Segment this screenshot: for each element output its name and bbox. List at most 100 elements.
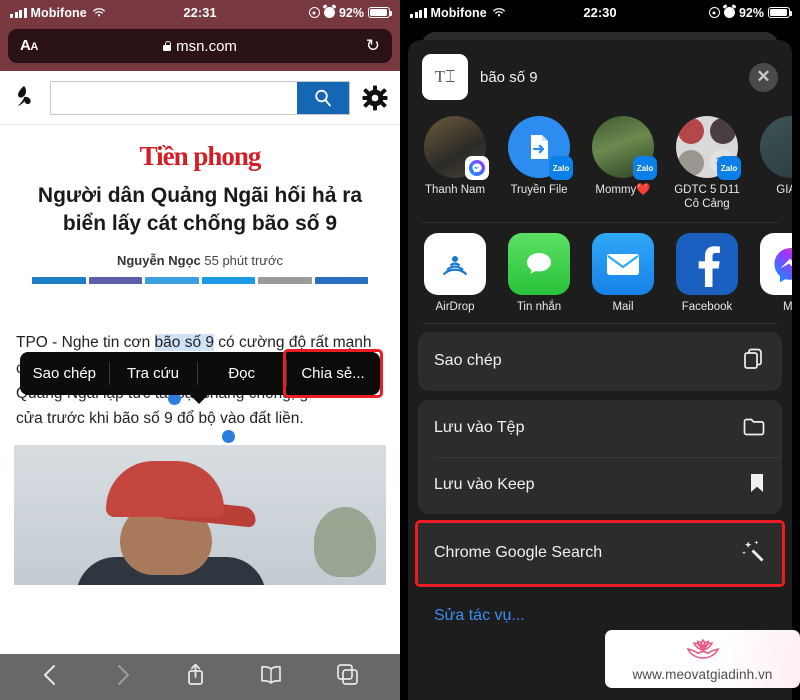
zalo-badge-icon: Zalo <box>717 156 741 180</box>
location-arrow-icon <box>308 7 320 18</box>
contact-label: Mommy❤️ <box>595 184 651 196</box>
tag-bar <box>258 277 312 285</box>
safari-url-bar-wrap: AA msn.com ↻ <box>0 25 400 71</box>
row-divider <box>422 221 778 223</box>
msn-site-header <box>0 71 400 125</box>
carrier-label: Mobifone <box>430 5 487 20</box>
action-label: Sao chép <box>434 352 502 370</box>
article-byline: Nguyễn Ngọc 55 phút trước <box>14 253 386 268</box>
article-headline: Người dân Quảng Ngãi hối hả ra biển lấy … <box>37 184 363 235</box>
facebook-icon <box>676 232 738 295</box>
zalo-badge-icon: Zalo <box>549 156 573 180</box>
app-item-facebook[interactable]: Facebook <box>674 232 740 313</box>
contact-item-gia[interactable]: GIA... <box>758 116 792 212</box>
contact-item-thanh-nam[interactable]: Thanh Nam <box>422 116 489 212</box>
battery-percent-label: 92% <box>338 5 364 20</box>
bookmark-icon <box>748 472 766 499</box>
reload-icon[interactable]: ↻ <box>366 36 380 56</box>
gear-icon[interactable] <box>362 85 388 111</box>
messenger-badge-icon <box>465 156 489 180</box>
context-menu-item-lookup[interactable]: Tra cứu <box>108 354 198 393</box>
msn-butterfly-logo-icon <box>12 83 38 113</box>
avatar: Zalo <box>508 116 573 180</box>
contact-item-gdtc-group[interactable]: 39 Zalo GDTC 5 D11 Cô Cảng <box>674 116 741 212</box>
avatar: Zalo <box>592 116 657 180</box>
action-row-chrome-google-search[interactable]: Chrome Google Search <box>418 523 782 584</box>
location-arrow-icon <box>708 7 720 18</box>
article-author: Nguyễn Ngọc <box>116 253 201 269</box>
contact-label: Truyền File <box>510 184 568 196</box>
tag-bar <box>201 277 255 285</box>
article-tag-bars <box>32 277 368 285</box>
share-up-arrow-icon[interactable] <box>185 662 206 692</box>
messages-icon <box>508 232 570 295</box>
contact-label: Thanh Nam <box>424 184 486 196</box>
app-suggestions-row[interactable]: AirDrop Tin nhắn Mail Facebook M <box>408 227 792 319</box>
app-item-mail[interactable]: Mail <box>590 232 656 313</box>
left-status-bar: Mobifone 22:31 92% <box>0 0 400 25</box>
action-row-save-to-files[interactable]: Lưu vào Tệp <box>418 400 782 457</box>
app-label: Me <box>783 300 792 313</box>
chevron-left-icon[interactable] <box>41 663 60 692</box>
avatar: 39 Zalo <box>676 116 741 180</box>
book-icon[interactable] <box>259 664 283 691</box>
context-menu-item-share[interactable]: Chia sẻ... <box>283 349 383 398</box>
lock-icon <box>163 41 172 51</box>
screenshot-stage: Mobifone 22:31 92% AA msn.com ↻ Tiền pho… <box>0 0 800 700</box>
signal-bars-icon <box>410 7 427 18</box>
app-item-messenger[interactable]: Me <box>758 232 792 313</box>
airdrop-icon <box>424 232 486 295</box>
app-label: Facebook <box>681 300 733 313</box>
article-photo <box>14 444 386 585</box>
safari-url-bar[interactable]: AA msn.com ↻ <box>8 29 392 63</box>
publisher-name: Tiền phong <box>139 141 262 171</box>
context-menu-item-speak[interactable]: Đọc <box>197 354 286 393</box>
search-button[interactable] <box>297 81 349 114</box>
app-label: AirDrop <box>435 300 475 313</box>
share-item-title: bão số 9 <box>480 68 538 86</box>
tag-bar <box>314 277 368 285</box>
action-row-save-to-keep[interactable]: Lưu vào Keep <box>418 456 782 514</box>
app-label: Mail <box>612 300 634 313</box>
contact-label: GDTC 5 D11 Cô Cảng <box>674 184 740 211</box>
tag-bar <box>32 277 86 285</box>
contact-item-truyen-file[interactable]: Zalo Truyền File <box>506 116 573 212</box>
selected-text[interactable]: bão số 9 <box>154 334 214 352</box>
avatar <box>424 116 489 180</box>
article-timestamp: 55 phút trước <box>204 253 284 269</box>
search-input[interactable] <box>51 81 297 114</box>
msn-search-field[interactable] <box>50 80 350 115</box>
action-label: Lưu vào Tệp <box>434 419 525 437</box>
status-right-group: 92% <box>308 5 392 20</box>
battery-icon <box>368 7 392 18</box>
edit-actions-link[interactable]: Sửa tác vụ... <box>418 593 782 635</box>
contact-suggestions-row[interactable]: Thanh Nam Zalo Truyền File Zalo Mommy❤️ … <box>408 110 792 218</box>
app-item-airdrop[interactable]: AirDrop <box>422 232 488 313</box>
action-row-copy[interactable]: Sao chép <box>418 332 782 391</box>
status-left-group-right: Mobifone <box>410 6 506 20</box>
battery-icon <box>768 7 792 18</box>
selection-handle-end[interactable] <box>222 430 235 443</box>
action-label: Lưu vào Keep <box>434 476 535 494</box>
wifi-icon <box>92 7 106 18</box>
chevron-right-icon[interactable] <box>113 663 132 692</box>
carrier-label: Mobifone <box>30 5 87 20</box>
context-menu-item-copy[interactable]: Sao chép <box>20 354 109 393</box>
text-cursor-icon: T⌶ <box>422 54 468 100</box>
contact-item-mommy[interactable]: Zalo Mommy❤️ <box>590 116 657 212</box>
tabs-copy-icon[interactable] <box>336 663 359 691</box>
zalo-badge-icon: Zalo <box>633 156 657 180</box>
action-group-chrome-search: Chrome Google Search <box>415 519 785 587</box>
copy-icon <box>742 347 766 376</box>
share-sheet: T⌶ bão số 9 ✕ Thanh Nam Zalo Truyền File… <box>408 40 792 700</box>
contact-label: GIA... <box>776 184 792 196</box>
url-display: msn.com <box>8 38 392 55</box>
close-x-icon[interactable]: ✕ <box>749 62 778 92</box>
app-label: Tin nhắn <box>516 300 562 313</box>
app-item-messages[interactable]: Tin nhắn <box>506 232 572 313</box>
row-divider-2 <box>422 322 778 324</box>
lotus-flower-icon <box>675 636 731 667</box>
status-right-group-right: 92% <box>708 6 792 20</box>
wifi-icon <box>492 7 506 18</box>
watermark: www.meovatgiadinh.vn <box>605 630 800 688</box>
